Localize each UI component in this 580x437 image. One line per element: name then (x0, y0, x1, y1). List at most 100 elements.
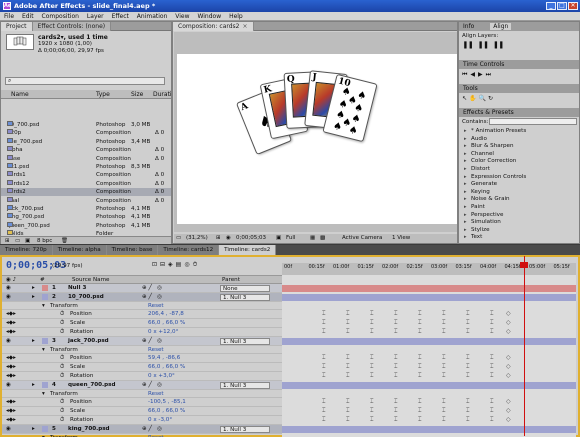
keyframe-marker[interactable]: ◇ (506, 363, 511, 370)
property-track[interactable] (282, 329, 576, 336)
property-track[interactable] (282, 417, 576, 424)
tab-composition-cards2[interactable]: Composition: cards2 × (173, 22, 254, 31)
keyframe-marker[interactable]: ◇ (506, 328, 511, 335)
label-color-swatch[interactable] (42, 293, 48, 300)
keyframe-hold-marker[interactable]: ⌶ (322, 328, 326, 336)
menu-composition[interactable]: Composition (42, 13, 79, 20)
keyframe-marker[interactable]: ◇ (506, 354, 511, 361)
quality-dropdown[interactable]: Full (286, 234, 295, 243)
keyframe-hold-marker[interactable]: ⌶ (418, 416, 422, 424)
effects-search-input[interactable] (489, 118, 577, 125)
project-search-input[interactable]: ⌕ (5, 77, 165, 85)
keyframe-hold-marker[interactable]: ⌶ (394, 310, 398, 318)
transform-group-row[interactable]: ▾ Transform Reset (2, 434, 282, 437)
property-track[interactable] (282, 399, 576, 406)
timeline-layer-row[interactable]: ◉ ▸ 3 jack_700.psd ⊕ ╱ ◎ 1. Null 3 (2, 336, 282, 346)
minimize-button[interactable]: _ (546, 2, 556, 10)
timeline-switch-icons[interactable]: ⊡⊟◈▤◎⏱ (152, 261, 200, 269)
layer-duration-bar[interactable] (282, 293, 576, 301)
twirl-down-icon[interactable]: ▾ (42, 346, 45, 355)
keyframe-hold-marker[interactable]: ⌶ (466, 407, 470, 415)
menu-effect[interactable]: Effect (112, 13, 129, 20)
label-color-swatch[interactable] (42, 381, 48, 388)
parent-dropdown[interactable]: 1. Null 3 (220, 293, 270, 301)
keyframe-nav-icon[interactable]: ◂◆▸ (6, 363, 16, 372)
keyframe-hold-marker[interactable]: ⌶ (322, 416, 326, 424)
layer-switches[interactable]: ⊕ ╱ ◎ (142, 293, 162, 302)
effect-category[interactable]: Channel (461, 151, 577, 159)
property-track[interactable] (282, 320, 576, 327)
comp-viewer[interactable]: A ♠ K Q J 10 ♠ ♠ ♠ ♠ ♠ ♠ ♠ ♠ ♠ ♠ (174, 32, 457, 232)
stopwatch-icon[interactable]: ⏱ (60, 363, 64, 372)
property-value[interactable]: 59,4 , -86,6 (148, 354, 180, 363)
parent-dropdown[interactable]: 1. Null 3 (220, 337, 270, 345)
project-item[interactable]: cards1 Composition Δ 0 (1, 171, 171, 179)
eye-icon[interactable]: ◉ (6, 425, 11, 434)
effect-category[interactable]: Audio (461, 136, 577, 144)
tab-info[interactable]: Info (463, 23, 474, 30)
bpc-label[interactable]: 8 bpc (37, 237, 52, 245)
property-value[interactable]: 0 x -3,0° (148, 416, 172, 425)
effect-category[interactable]: Color Correction (461, 158, 577, 166)
reset-link[interactable]: Reset (148, 302, 164, 311)
menu-help[interactable]: Help (229, 13, 243, 20)
keyframe-nav-icon[interactable]: ◂◆▸ (6, 328, 16, 337)
new-folder-icon[interactable]: ▭ (15, 237, 20, 245)
eye-icon[interactable]: ◉ (6, 381, 11, 390)
camera-dropdown[interactable]: Active Camera (342, 234, 382, 243)
keyframe-hold-marker[interactable]: ⌶ (418, 328, 422, 336)
effect-category[interactable]: * Animation Presets (461, 128, 577, 136)
keyframe-hold-marker[interactable]: ⌶ (466, 363, 470, 371)
stopwatch-icon[interactable]: ⏱ (60, 398, 64, 407)
project-item[interactable]: queen_700.psd Photoshop 4,1 MB (1, 221, 171, 230)
keyframe-hold-marker[interactable]: ⌶ (418, 354, 422, 362)
twirl-icon[interactable]: ▸ (32, 284, 35, 293)
reset-link[interactable]: Reset (148, 434, 164, 437)
keyframe-hold-marker[interactable]: ⌶ (394, 363, 398, 371)
layer-duration-bar[interactable] (282, 337, 576, 345)
keyframe-hold-marker[interactable]: ⌶ (322, 354, 326, 362)
menu-window[interactable]: Window (197, 13, 221, 20)
property-value[interactable]: 0 x +3,0° (148, 372, 175, 381)
keyframe-hold-marker[interactable]: ⌶ (346, 319, 350, 327)
tab-timeline-cards2[interactable]: Timeline: cards2 (219, 245, 277, 255)
keyframe-hold-marker[interactable]: ⌶ (394, 372, 398, 380)
effect-category[interactable]: Expression Controls (461, 174, 577, 182)
property-value[interactable]: 66,0 , 66,0 % (148, 407, 185, 416)
twirl-icon[interactable]: ▸ (32, 293, 35, 302)
layer-duration-bar[interactable] (282, 381, 576, 389)
keyframe-hold-marker[interactable]: ⌶ (418, 407, 422, 415)
keyframe-hold-marker[interactable]: ⌶ (418, 363, 422, 371)
keyframe-hold-marker[interactable]: ⌶ (394, 398, 398, 406)
tab-timeline-cards12[interactable]: Timeline: cards12 (158, 245, 220, 255)
effect-category[interactable]: Keying (461, 189, 577, 197)
eye-icon[interactable]: ◉ (6, 284, 11, 293)
project-item[interactable]: 10_700.psd Photoshop 3,0 MB (1, 121, 171, 129)
project-item[interactable]: jack_700.psd Photoshop 4,1 MB (1, 205, 171, 213)
menu-view[interactable]: View (175, 13, 189, 20)
comp-timecode[interactable]: 0;00;05;03 (236, 234, 266, 243)
timeline-layer-row[interactable]: ◉ ▸ 1 Null 3 ⊕ ╱ ◎ None (2, 284, 282, 293)
timeline-layer-row[interactable]: ◉ ▸ 5 king_700.psd ⊕ ╱ ◎ 1. Null 3 (2, 424, 282, 434)
stopwatch-icon[interactable]: ⏱ (60, 416, 64, 425)
layer-name[interactable]: 10_700.psd (68, 293, 104, 302)
keyframe-hold-marker[interactable]: ⌶ (442, 354, 446, 362)
stopwatch-icon[interactable]: ⏱ (60, 354, 64, 363)
keyframe-hold-marker[interactable]: ⌶ (394, 319, 398, 327)
stopwatch-icon[interactable]: ⏱ (60, 319, 64, 328)
keyframe-hold-marker[interactable]: ⌶ (466, 354, 470, 362)
keyframe-hold-marker[interactable]: ⌶ (322, 407, 326, 415)
keyframe-marker[interactable]: ◇ (506, 319, 511, 326)
twirl-down-icon[interactable]: ▾ (42, 434, 45, 437)
tab-timeline-base[interactable]: Timeline: base (106, 245, 159, 255)
property-track[interactable] (282, 408, 576, 415)
keyframe-marker[interactable]: ◇ (506, 310, 511, 317)
effect-category[interactable]: Generate (461, 181, 577, 189)
align-buttons[interactable]: ▐▌▐▌▐▌ (462, 42, 508, 49)
keyframe-hold-marker[interactable]: ⌶ (442, 372, 446, 380)
property-value[interactable]: 0 x +12,0° (148, 328, 178, 337)
keyframe-marker[interactable]: ◇ (506, 372, 511, 379)
keyframe-hold-marker[interactable]: ⌶ (418, 372, 422, 380)
keyframe-hold-marker[interactable]: ⌶ (370, 398, 374, 406)
eye-icon[interactable]: ◉ (6, 337, 11, 346)
